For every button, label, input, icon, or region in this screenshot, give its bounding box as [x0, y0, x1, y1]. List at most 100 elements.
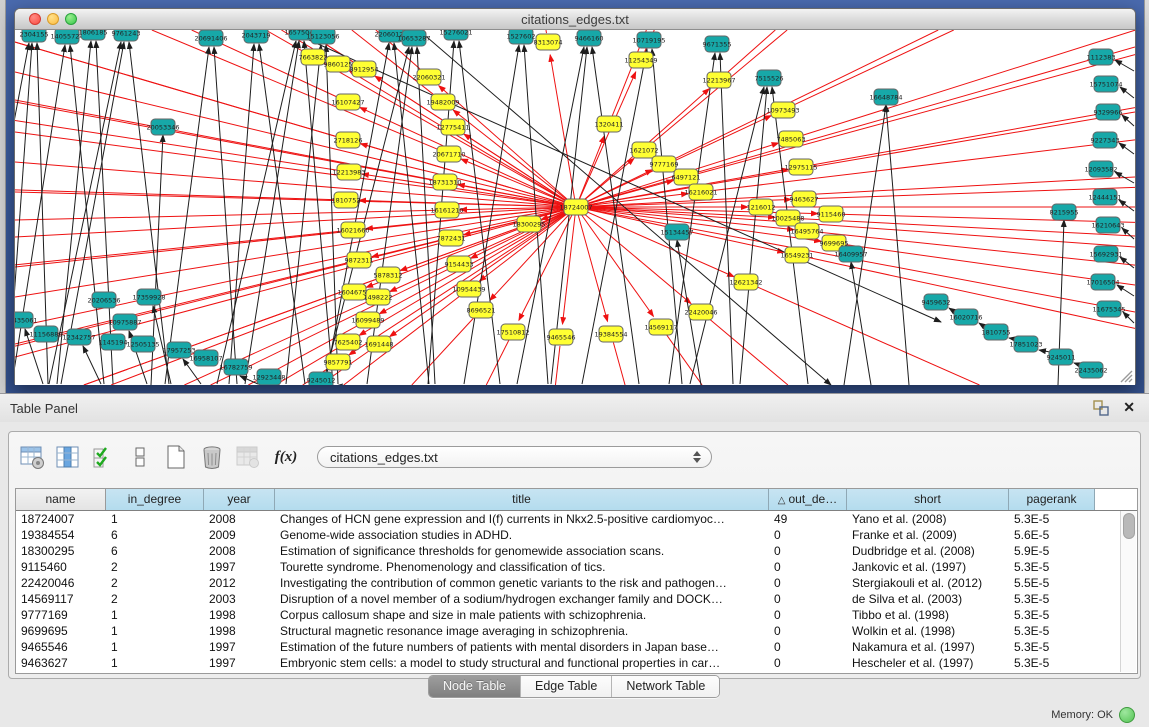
graph-node[interactable]: 7485063 — [777, 131, 806, 147]
graph-node[interactable]: 10954439 — [452, 281, 485, 297]
graph-node[interactable]: 8912954 — [350, 61, 379, 77]
graph-node[interactable]: 6497121 — [672, 169, 701, 185]
graph-node[interactable]: 1112383 — [1087, 49, 1116, 65]
memory-status-dot[interactable] — [1119, 707, 1135, 723]
delete-table-button[interactable] — [197, 442, 227, 472]
graph-node[interactable]: 9671355 — [703, 36, 732, 52]
graph-node[interactable]: 9761243 — [112, 30, 141, 41]
graph-node[interactable]: 2718126 — [334, 132, 363, 148]
graph-node[interactable]: 16958107 — [189, 350, 222, 366]
graph-node[interactable]: 16161210 — [430, 202, 463, 218]
graph-node[interactable]: 9154433 — [445, 256, 474, 272]
graph-node[interactable]: 16216021 — [684, 184, 717, 200]
graph-node[interactable]: 2043719 — [242, 30, 271, 43]
graph-node[interactable]: 16099489 — [351, 312, 384, 328]
graph-node[interactable]: 12505135 — [126, 336, 159, 352]
graph-node[interactable]: 20691406 — [194, 30, 227, 46]
function-builder-button[interactable]: f(x) — [269, 449, 303, 466]
table-row[interactable]: 969969511998Structural magnetic resonanc… — [16, 623, 1137, 639]
graph-node[interactable]: 12213983 — [332, 164, 365, 180]
table-row[interactable]: 1938455462009Genome-wide association stu… — [16, 527, 1137, 543]
graph-node[interactable]: 9459632 — [922, 294, 951, 310]
vertical-scrollbar[interactable] — [1120, 511, 1136, 672]
graph-node[interactable]: 16495764 — [790, 223, 823, 239]
tab-edge-table[interactable]: Edge Table — [521, 676, 612, 697]
column-header-in_degree[interactable]: in_degree — [106, 489, 204, 510]
graph-node[interactable]: 8215955 — [1050, 204, 1079, 220]
graph-node[interactable]: 12342757 — [62, 329, 95, 345]
graph-node[interactable]: 16549231 — [780, 247, 813, 263]
graph-node[interactable]: 17510812 — [496, 324, 529, 340]
graph-node[interactable]: 16107427 — [331, 94, 364, 110]
graph-node[interactable]: 11156889 — [29, 326, 62, 342]
column-header-short[interactable]: short — [847, 489, 1009, 510]
graph-node[interactable]: 9463627 — [790, 191, 819, 207]
graph-node[interactable]: 22420046 — [684, 304, 717, 320]
graph-node[interactable]: 12444151 — [1088, 189, 1121, 205]
graph-node[interactable]: 10973493 — [766, 102, 799, 118]
graph-node[interactable]: 16020716 — [949, 309, 982, 325]
graph-node[interactable]: 17016504 — [1086, 274, 1119, 290]
graph-node[interactable]: 22435061 — [15, 312, 38, 328]
graph-node[interactable]: 9245011 — [1047, 349, 1076, 365]
graph-node[interactable]: 1691448 — [365, 336, 394, 352]
graph-node[interactable]: 15276021 — [439, 30, 472, 40]
graph-node[interactable]: 9857791 — [324, 354, 353, 370]
graph-node[interactable]: 1145194 — [99, 334, 128, 350]
tab-node-table[interactable]: Node Table — [429, 676, 521, 697]
float-window-icon[interactable] — [1093, 400, 1109, 416]
graph-node[interactable]: 9329966 — [1094, 104, 1123, 120]
graph-node[interactable]: 16782759 — [219, 359, 252, 375]
graph-node[interactable]: 18724007 — [559, 199, 592, 215]
graph-node[interactable]: 17851023 — [1009, 336, 1042, 352]
graph-node[interactable]: 16409957 — [834, 246, 867, 262]
table-row[interactable]: 1456911722003Disruption of a novel membe… — [16, 591, 1137, 607]
graph-node[interactable]: 17359928 — [132, 289, 165, 305]
graph-node[interactable]: 18731310 — [428, 174, 461, 190]
graph-node[interactable]: 1806185 — [79, 30, 108, 40]
column-header-year[interactable]: year — [204, 489, 275, 510]
graph-node[interactable]: 12093582 — [1084, 161, 1117, 177]
graph-node[interactable]: 1621072 — [630, 142, 659, 158]
graph-node[interactable]: 20053346 — [146, 119, 179, 135]
table-row[interactable]: 946554611997Estimation of the future num… — [16, 639, 1137, 655]
graph-node[interactable]: 19482009 — [426, 94, 459, 110]
graph-node[interactable]: 2304155 — [20, 30, 49, 42]
graph-node[interactable]: 11675345 — [1092, 301, 1125, 317]
table-row[interactable]: 911546021997Tourette syndrome. Phenomeno… — [16, 559, 1137, 575]
network-window-titlebar[interactable]: citations_edges.txt — [15, 9, 1135, 30]
graph-node[interactable]: 9245012 — [307, 372, 336, 385]
graph-node[interactable]: 16648784 — [869, 89, 902, 105]
graph-node[interactable]: 7625402 — [334, 334, 363, 350]
graph-node[interactable]: 22435062 — [1074, 362, 1107, 378]
graph-node[interactable]: 15692931 — [1089, 246, 1122, 262]
merge-columns-button[interactable] — [125, 442, 155, 472]
graph-node[interactable]: 11254349 — [624, 52, 657, 68]
column-header-title[interactable]: title — [275, 489, 769, 510]
column-header-pagerank[interactable]: pagerank — [1009, 489, 1095, 510]
graph-node[interactable]: 15751074 — [1089, 76, 1122, 92]
graph-node[interactable]: 9227343 — [1091, 132, 1120, 148]
table-settings-button[interactable] — [17, 442, 47, 472]
table-row[interactable]: 977716911998Corpus callosum shape and si… — [16, 607, 1137, 623]
graph-node[interactable]: 16210643 — [1091, 217, 1124, 233]
graph-node[interactable]: 10653287 — [397, 30, 430, 46]
graph-node[interactable]: 1527602 — [507, 30, 536, 44]
column-header-out_degree[interactable]: △out_de… — [769, 489, 847, 510]
graph-node[interactable]: 1810752 — [332, 192, 361, 208]
graph-node[interactable]: 7515526 — [755, 70, 784, 86]
graph-node[interactable]: 12775411 — [436, 119, 469, 135]
graph-node[interactable]: 9465546 — [547, 329, 576, 345]
graph-node[interactable]: 1320411 — [595, 116, 624, 132]
table-row[interactable]: 1872400712008Changes of HCN gene express… — [16, 511, 1137, 527]
table-source-dropdown[interactable]: citations_edges.txt — [317, 446, 712, 468]
graph-node[interactable]: 1216012 — [747, 199, 776, 215]
graph-node[interactable]: 20671710 — [432, 146, 465, 162]
graph-node[interactable]: 9777169 — [650, 156, 679, 172]
graph-node[interactable]: 15123056 — [306, 30, 339, 44]
scrollbar-thumb[interactable] — [1123, 513, 1135, 539]
table-row[interactable]: 2242004622012Investigating the contribut… — [16, 575, 1137, 591]
graph-node[interactable]: 14569117 — [644, 319, 677, 335]
table-panel-titlebar[interactable]: Table Panel ✕ — [0, 394, 1149, 422]
graph-node[interactable]: 9860125 — [324, 56, 353, 72]
